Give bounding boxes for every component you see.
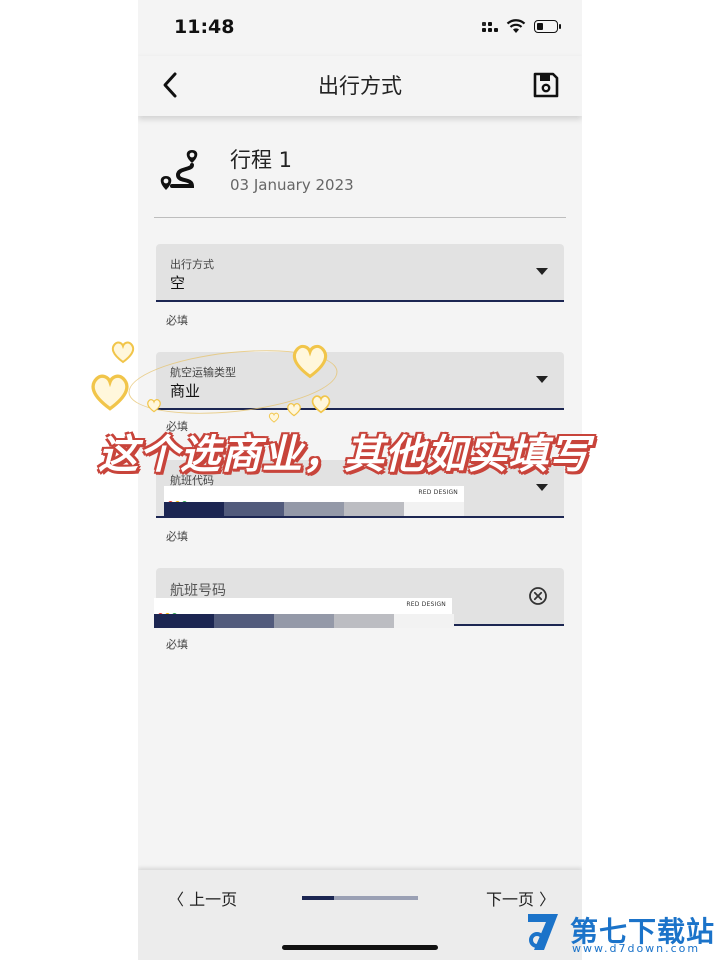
helper-text: 必填	[166, 530, 188, 543]
bottom-navigation: 〈 上一页 下一页 〉	[138, 870, 582, 960]
trip-name: 行程 1	[230, 148, 293, 172]
dropdown-arrow-icon[interactable]	[536, 376, 548, 383]
signal-icon	[482, 22, 500, 36]
heart-icon	[287, 403, 301, 417]
prev-page-button[interactable]: 〈 上一页	[168, 886, 237, 910]
watermark-logo-icon	[528, 914, 558, 950]
heart-icon	[91, 374, 129, 411]
watermark: 第七下载站 www.d7down.com	[522, 908, 718, 956]
status-time: 11:48	[174, 16, 235, 38]
screenshot-stage: 11:48 出行方式 行程 1 03 January 2023 出行方式 空 必…	[0, 0, 720, 960]
top-app-bar: 出行方式	[138, 56, 582, 116]
watermark-url: www.d7down.com	[572, 942, 701, 955]
swatch-row	[154, 614, 454, 628]
travel-mode-select[interactable]: 出行方式 空	[156, 244, 564, 302]
caption-overlay: 这个选商业，其他如实填写	[98, 432, 590, 478]
swatch-brand: RED DESIGN	[418, 489, 458, 496]
step-progress-fill	[302, 896, 335, 900]
dropdown-arrow-icon[interactable]	[536, 268, 548, 275]
field-value: 空	[170, 274, 186, 292]
dropdown-arrow-icon[interactable]	[536, 484, 548, 491]
heart-icon	[111, 341, 135, 364]
color-swatch-strip: RED DESIGN	[164, 486, 464, 516]
swatch-row	[164, 502, 464, 516]
swatch-brand: RED DESIGN	[406, 601, 446, 608]
phone-screen: 11:48 出行方式 行程 1 03 January 2023 出行方式 空 必…	[138, 0, 582, 960]
field-label: 出行方式	[170, 258, 214, 271]
trip-date: 03 January 2023	[230, 176, 354, 194]
save-icon[interactable]	[531, 70, 561, 100]
step-progress-bar	[302, 896, 418, 900]
wifi-icon	[506, 19, 526, 33]
color-swatch-strip: RED DESIGN	[154, 598, 454, 628]
field-label: 航班号码	[170, 583, 226, 599]
page-title: 出行方式	[318, 74, 402, 98]
clear-icon[interactable]	[528, 586, 548, 606]
battery-icon	[534, 20, 561, 33]
heart-icon	[147, 399, 161, 413]
status-bar: 11:48	[138, 0, 582, 56]
next-page-button[interactable]: 下一页 〉	[486, 886, 555, 910]
home-indicator	[282, 945, 438, 950]
helper-text: 必填	[166, 638, 188, 651]
heart-icon	[292, 344, 328, 379]
route-icon	[160, 150, 198, 190]
trip-summary: 行程 1 03 January 2023	[154, 140, 566, 218]
heart-icon	[311, 395, 331, 414]
helper-text: 必填	[166, 314, 188, 327]
